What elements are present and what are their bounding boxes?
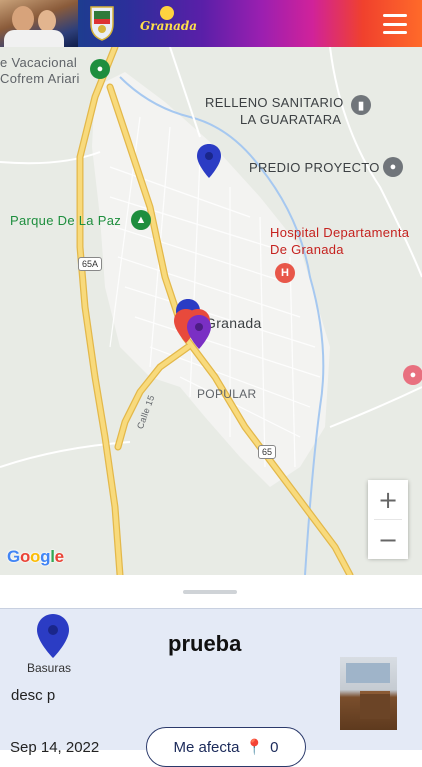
label-vacacional-2: Cofrem Ariari bbox=[0, 71, 80, 86]
road-badge-65: 65 bbox=[258, 445, 277, 459]
landmark-poi-icon[interactable]: ▮ bbox=[351, 95, 371, 115]
report-marker-cluster[interactable] bbox=[172, 297, 218, 357]
report-category: Basuras bbox=[27, 661, 72, 675]
zoom-control: + − bbox=[368, 480, 408, 559]
hamburger-menu-icon[interactable] bbox=[380, 11, 410, 37]
zoom-out-button[interactable]: − bbox=[368, 520, 408, 559]
bottom-sheet-handle-area[interactable] bbox=[0, 575, 422, 608]
report-photo-thumbnail[interactable] bbox=[340, 657, 397, 730]
drag-handle[interactable] bbox=[183, 590, 237, 594]
zoom-in-button[interactable]: + bbox=[368, 480, 408, 519]
coat-of-arms-icon bbox=[90, 6, 114, 41]
map-pin-icon bbox=[37, 614, 69, 658]
label-relleno-2: LA GUARATARA bbox=[240, 112, 342, 127]
report-date: Sep 14, 2022 bbox=[10, 739, 100, 756]
header-logo: Granada bbox=[140, 6, 198, 44]
header-photo bbox=[0, 0, 78, 47]
app-header: Granada bbox=[0, 0, 422, 47]
shop-poi-icon[interactable]: ● bbox=[403, 365, 422, 385]
report-title: prueba bbox=[168, 631, 242, 656]
label-relleno-1: RELLENO SANITARIO bbox=[205, 95, 344, 110]
label-parque: Parque De La Paz bbox=[10, 213, 122, 228]
label-predio: PREDIO PROYECTO bbox=[249, 160, 380, 175]
google-attribution[interactable]: Google bbox=[7, 547, 64, 567]
place-poi-icon[interactable]: ● bbox=[383, 157, 403, 177]
park-poi-icon[interactable]: ● bbox=[90, 59, 110, 79]
tree-poi-icon[interactable]: ▲ bbox=[131, 210, 151, 230]
report-card[interactable]: Basuras prueba desc p Sep 14, 2022 Me af… bbox=[0, 608, 422, 767]
label-vacacional-1: e Vacacional bbox=[0, 55, 78, 70]
me-afecta-button[interactable]: Me afecta 📍 0 bbox=[146, 727, 306, 767]
label-hospital-1: Hospital Departamenta bbox=[270, 225, 410, 240]
logo-text: Granada bbox=[140, 19, 198, 33]
label-popular: POPULAR bbox=[197, 387, 257, 401]
report-description: desc p bbox=[11, 687, 56, 704]
road-badge-65a: 65A bbox=[78, 257, 103, 271]
map-view[interactable]: e Vacacional Cofrem Ariari ● RELLENO SAN… bbox=[0, 47, 422, 575]
affect-count: 0 bbox=[270, 738, 279, 756]
report-marker-pin[interactable] bbox=[196, 143, 222, 179]
label-hospital-2: De Granada bbox=[270, 242, 344, 257]
hospital-poi-icon[interactable]: H bbox=[275, 263, 295, 283]
pin-up-icon: 📍 bbox=[245, 739, 265, 756]
affect-label: Me afecta bbox=[173, 738, 240, 756]
